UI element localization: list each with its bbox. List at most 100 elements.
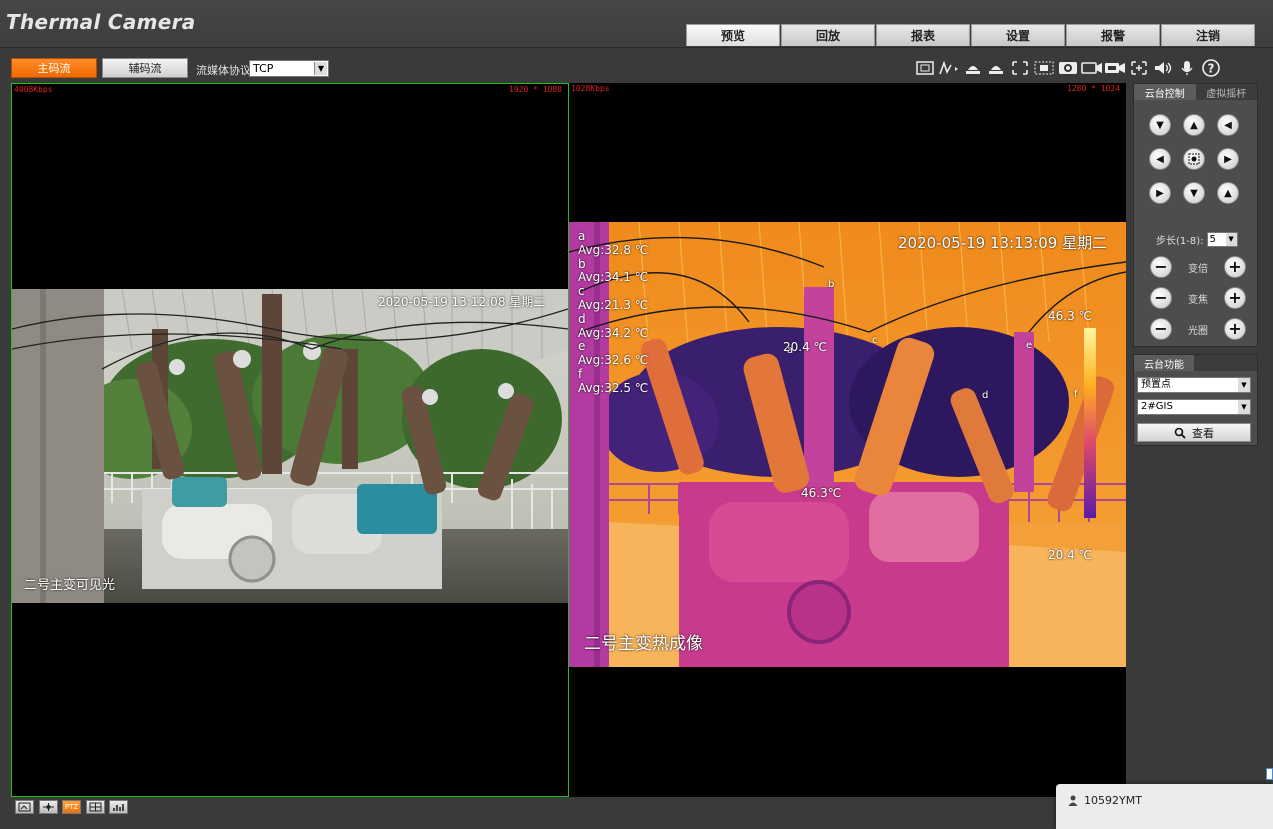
edge-widget[interactable] (1266, 768, 1273, 780)
zoom-in-button[interactable]: + (1224, 256, 1246, 278)
measurement-name: d (578, 311, 586, 326)
tool-icons: ? (914, 58, 1223, 78)
tab-preview[interactable]: 预览 (686, 24, 780, 46)
iris-minus-button[interactable]: − (1150, 318, 1172, 340)
main-tabs: 预览 回放 报表 设置 报警 注销 (686, 24, 1256, 48)
aspect-ratio-icon[interactable] (914, 58, 936, 78)
tab-report[interactable]: 报表 (876, 24, 970, 46)
measurement-list: a Avg:32.8 ℃ b Avg:34.1 ℃ c Avg:21.3 ℃ d… (578, 229, 649, 396)
main-stream-button[interactable]: 主码流 (11, 58, 97, 78)
function-tabs: 云台功能 (1134, 355, 1257, 371)
focus-row: − 变焦 + (1150, 287, 1246, 309)
up-button[interactable]: ▲ (1183, 114, 1205, 136)
iris-plus-button[interactable]: + (1224, 318, 1246, 340)
video-pane-visible[interactable]: 4008Kbps 1920 * 1080 2020-05-19 13:12:08… (11, 83, 569, 797)
step-value: 5 (1209, 234, 1216, 245)
view-button[interactable]: 查看 (1137, 423, 1251, 442)
thermal-timestamp: 2020-05-19 13:13:09 星期二 (898, 234, 1108, 252)
stats-icon[interactable] (109, 800, 128, 814)
measurement-avg: Avg:32.5 ℃ (578, 380, 649, 395)
view-button-label: 查看 (1192, 426, 1214, 440)
up-left-button[interactable]: ▼ (1149, 114, 1171, 136)
flag-icon[interactable] (962, 58, 984, 78)
left-button[interactable]: ◀ (1149, 148, 1171, 170)
measurement-name: a (578, 229, 586, 243)
step-label: 步长(1-8): (1156, 236, 1204, 247)
tab-alarm[interactable]: 报警 (1066, 24, 1160, 46)
sub-stream-button[interactable]: 辅码流 (102, 58, 188, 78)
zoom-region-icon[interactable] (1033, 58, 1055, 78)
zoom-label: 变倍 (1188, 263, 1208, 275)
chevron-down-icon: ▼ (1238, 400, 1250, 414)
marker-d: d (982, 390, 989, 401)
volume-icon[interactable] (1152, 58, 1174, 78)
focus-label: 变焦 (1188, 294, 1208, 306)
function-value: 预置点 (1141, 379, 1171, 390)
chevron-down-icon: ▼ (1225, 233, 1237, 246)
draw-icon[interactable] (938, 58, 960, 78)
preset-value: 2#GIS (1141, 401, 1173, 412)
up-right-button[interactable]: ◀ (1217, 114, 1239, 136)
fullscreen-icon[interactable] (15, 800, 34, 814)
marker-b: b (828, 279, 835, 290)
zoom-out-button[interactable]: − (1150, 256, 1172, 278)
right-button[interactable]: ▶ (1217, 148, 1239, 170)
function-select[interactable]: 预置点 ▼ (1137, 377, 1251, 393)
chevron-down-icon: ▼ (1238, 378, 1250, 392)
down-button[interactable]: ▼ (1183, 182, 1205, 204)
center-auto-button[interactable] (1183, 148, 1205, 170)
user-name: 10592YMT (1084, 794, 1142, 807)
app-title: Thermal Camera (6, 10, 196, 34)
tab-virtual-joystick[interactable]: 虚拟摇杆 (1195, 84, 1257, 100)
focus-minus-button[interactable]: − (1150, 287, 1172, 309)
header-bar: Thermal Camera 预览 回放 报表 设置 报警 注销 (0, 0, 1273, 48)
resolution-label: 1280 * 1024 (1067, 84, 1120, 93)
step-select[interactable]: 5 ▼ (1206, 232, 1238, 247)
tab-settings[interactable]: 设置 (971, 24, 1065, 46)
fit-icon[interactable] (1128, 58, 1150, 78)
user-icon (1068, 795, 1078, 806)
bottom-icons: PTZ (15, 800, 133, 814)
svg-text:?: ? (1207, 62, 1214, 76)
marker-a: a (787, 345, 794, 356)
visible-caption: 二号主变可见光 (24, 578, 116, 593)
iris-label: 光圈 (1188, 325, 1208, 337)
focus-plus-button[interactable]: + (1224, 287, 1246, 309)
help-icon[interactable]: ? (1200, 58, 1222, 78)
down-right-button[interactable]: ▲ (1217, 182, 1239, 204)
tab-ptz-function[interactable]: 云台功能 (1134, 355, 1194, 371)
toolbar: 主码流 辅码流 流媒体协议 TCP ▼ ? (0, 49, 1273, 82)
marker-c: c (872, 335, 878, 346)
video-pane-thermal[interactable]: 1028Kbps 1280 * 1024 a Avg:32.8 ℃ b Avg:… (569, 83, 1126, 797)
video-record-icon[interactable] (1080, 58, 1103, 78)
visible-video-frame: 2020-05-19 13:12:08 星期二 二号主变可见光 (12, 289, 568, 603)
thermal-scene (569, 222, 1126, 667)
resolution-label: 1920 * 1080 (509, 85, 562, 94)
mic-icon[interactable] (1176, 58, 1198, 78)
search-icon (1174, 427, 1186, 439)
record-icon[interactable] (1009, 58, 1031, 78)
ptz-function-panel: 云台功能 预置点 ▼ 2#GIS ▼ 查看 (1133, 354, 1258, 446)
step-row: 步长(1-8): 5 ▼ (1156, 232, 1238, 247)
snapshot-icon[interactable] (985, 58, 1007, 78)
measurement-avg: Avg:34.1 ℃ (578, 270, 649, 285)
temp-point-max: 46.3℃ (801, 486, 842, 500)
grid-icon[interactable] (85, 800, 105, 814)
app-window: Thermal Camera 预览 回放 报表 设置 报警 注销 主码流 辅码流… (0, 0, 1273, 829)
user-popup[interactable]: 10592YMT (1056, 784, 1273, 829)
layout-icon[interactable] (38, 800, 58, 814)
camera-alt-icon[interactable] (1104, 58, 1126, 78)
down-left-button[interactable]: ▶ (1149, 182, 1171, 204)
visible-scene (12, 289, 568, 603)
tab-playback[interactable]: 回放 (781, 24, 875, 46)
ptz-icon[interactable]: PTZ (62, 800, 81, 814)
zoom-row: − 变倍 + (1150, 256, 1246, 278)
measurement-avg: Avg:32.6 ℃ (578, 353, 649, 368)
measurement-name: f (578, 366, 583, 381)
screenshot-icon[interactable] (1057, 58, 1079, 78)
preset-select[interactable]: 2#GIS ▼ (1137, 399, 1251, 415)
marker-f: f (1074, 389, 1078, 400)
protocol-select[interactable]: TCP ▼ (249, 60, 329, 77)
tab-ptz-control[interactable]: 云台控制 (1134, 84, 1196, 100)
tab-logout[interactable]: 注销 (1161, 24, 1255, 46)
